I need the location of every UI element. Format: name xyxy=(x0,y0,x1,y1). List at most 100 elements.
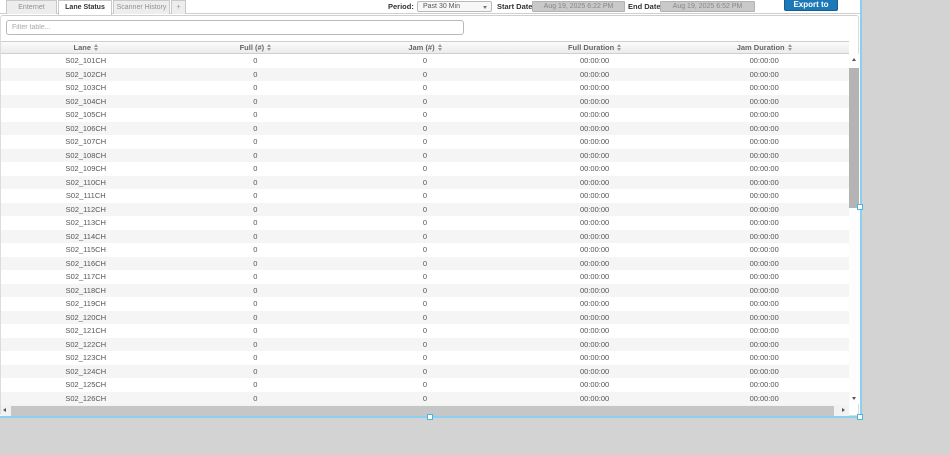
table-cell: 00:00:00 xyxy=(679,216,849,230)
table-row[interactable]: S02_123CH0000:00:0000:00:00 xyxy=(1,351,849,365)
table-cell: S02_113CH xyxy=(1,216,171,230)
period-select[interactable]: Past 30 Min xyxy=(417,1,492,12)
table-cell: 00:00:00 xyxy=(510,189,680,203)
table-cell: 0 xyxy=(340,230,510,244)
table-row[interactable]: S02_106CH0000:00:0000:00:00 xyxy=(1,122,849,136)
table-cell: 0 xyxy=(171,338,341,352)
table-cell: 00:00:00 xyxy=(679,81,849,95)
table-cell: 0 xyxy=(171,203,341,217)
table-cell: S02_116CH xyxy=(1,257,171,271)
table-cell: 00:00:00 xyxy=(679,176,849,190)
table-cell: 00:00:00 xyxy=(510,284,680,298)
column-header[interactable]: Lane xyxy=(1,42,171,53)
table-cell: 0 xyxy=(340,95,510,109)
table-cell: 00:00:00 xyxy=(510,351,680,365)
table-cell: 0 xyxy=(171,311,341,325)
table-row[interactable]: S02_109CH0000:00:0000:00:00 xyxy=(1,162,849,176)
table-cell: 00:00:00 xyxy=(510,243,680,257)
table-cell: 00:00:00 xyxy=(510,311,680,325)
table-cell: 0 xyxy=(340,365,510,379)
end-date-input xyxy=(660,1,755,12)
scroll-right-icon[interactable] xyxy=(842,408,845,412)
table-cell: 0 xyxy=(340,243,510,257)
table-cell: 0 xyxy=(340,324,510,338)
scroll-left-icon[interactable] xyxy=(3,408,6,412)
start-date-label: Start Date: xyxy=(497,2,535,11)
table-row[interactable]: S02_115CH0000:00:0000:00:00 xyxy=(1,243,849,257)
table-cell: 00:00:00 xyxy=(679,392,849,406)
column-label: Jam Duration xyxy=(737,43,785,52)
vertical-scrollbar[interactable] xyxy=(849,54,859,404)
table-cell: 0 xyxy=(340,284,510,298)
column-header[interactable]: Jam (#) xyxy=(340,42,510,53)
table-cell: 00:00:00 xyxy=(510,230,680,244)
table-row[interactable]: S02_126CH0000:00:0000:00:00 xyxy=(1,392,849,406)
table-cell: 00:00:00 xyxy=(679,270,849,284)
table-panel: Lane Full (#)Jam (#)Full Duration Jam Dura… xyxy=(0,15,859,416)
table-row[interactable]: S02_103CH0000:00:0000:00:00 xyxy=(1,81,849,95)
vertical-scrollbar-thumb[interactable] xyxy=(849,68,859,208)
table-row[interactable]: S02_120CH0000:00:0000:00:00 xyxy=(1,311,849,325)
table-cell: 00:00:00 xyxy=(510,54,680,68)
column-header[interactable]: Full (#) xyxy=(171,42,341,53)
table-header: Lane Full (#)Jam (#)Full Duration Jam Dura… xyxy=(1,41,849,54)
table-row[interactable]: S02_117CH0000:00:0000:00:00 xyxy=(1,270,849,284)
table-row[interactable]: S02_108CH0000:00:0000:00:00 xyxy=(1,149,849,163)
horizontal-scrollbar-thumb[interactable] xyxy=(11,406,834,416)
filter-input[interactable] xyxy=(6,20,464,35)
table-row[interactable]: S02_118CH0000:00:0000:00:00 xyxy=(1,284,849,298)
scroll-up-icon[interactable] xyxy=(852,58,856,61)
table-row[interactable]: S02_114CH0000:00:0000:00:00 xyxy=(1,230,849,244)
table-row[interactable]: S02_113CH0000:00:0000:00:00 xyxy=(1,216,849,230)
table-cell: 00:00:00 xyxy=(679,68,849,82)
table-row[interactable]: S02_111CH0000:00:0000:00:00 xyxy=(1,189,849,203)
table-row[interactable]: S02_122CH0000:00:0000:00:00 xyxy=(1,338,849,352)
table-row[interactable]: S02_121CH0000:00:0000:00:00 xyxy=(1,324,849,338)
table-cell: 0 xyxy=(340,378,510,392)
column-header[interactable]: Full Duration xyxy=(510,42,680,53)
table-row[interactable]: S02_102CH0000:00:0000:00:00 xyxy=(1,68,849,82)
table-row[interactable]: S02_105CH0000:00:0000:00:00 xyxy=(1,108,849,122)
table-cell: S02_119CH xyxy=(1,297,171,311)
table-row[interactable]: S02_104CH0000:00:0000:00:00 xyxy=(1,95,849,109)
table-cell: 0 xyxy=(340,297,510,311)
table-cell: 0 xyxy=(340,149,510,163)
sort-icon xyxy=(788,44,792,51)
table-cell: 00:00:00 xyxy=(679,135,849,149)
table-cell: 0 xyxy=(171,392,341,406)
column-header[interactable]: Jam Duration xyxy=(679,42,849,53)
table-cell: 0 xyxy=(171,54,341,68)
table-row[interactable]: S02_116CH0000:00:0000:00:00 xyxy=(1,257,849,271)
table-row[interactable]: S02_119CH0000:00:0000:00:00 xyxy=(1,297,849,311)
table-row[interactable]: S02_124CH0000:00:0000:00:00 xyxy=(1,365,849,379)
sort-icon xyxy=(438,44,442,51)
table-cell: 0 xyxy=(340,257,510,271)
scroll-down-icon[interactable] xyxy=(852,397,856,400)
table-cell: S02_108CH xyxy=(1,149,171,163)
table-cell: 0 xyxy=(340,216,510,230)
table-cell: 0 xyxy=(171,297,341,311)
table-cell: 0 xyxy=(340,68,510,82)
table-cell: S02_117CH xyxy=(1,270,171,284)
table-body: S02_101CH0000:00:0000:00:00S02_102CH0000… xyxy=(1,54,849,405)
table-cell: S02_102CH xyxy=(1,68,171,82)
table-cell: 0 xyxy=(171,257,341,271)
table-cell: 0 xyxy=(171,81,341,95)
table-row[interactable]: S02_125CH0000:00:0000:00:00 xyxy=(1,378,849,392)
table-row[interactable]: S02_101CH0000:00:0000:00:00 xyxy=(1,54,849,68)
table-cell: 0 xyxy=(171,176,341,190)
table-row[interactable]: S02_112CH0000:00:0000:00:00 xyxy=(1,203,849,217)
table-cell: 00:00:00 xyxy=(679,162,849,176)
table-cell: 00:00:00 xyxy=(510,162,680,176)
table-row[interactable]: S02_110CH0000:00:0000:00:00 xyxy=(1,176,849,190)
resize-handle-bottom[interactable] xyxy=(427,414,433,420)
table-row[interactable]: S02_107CH0000:00:0000:00:00 xyxy=(1,135,849,149)
resize-handle-corner[interactable] xyxy=(857,414,863,420)
column-label: Lane xyxy=(74,43,92,52)
table-cell: 00:00:00 xyxy=(510,378,680,392)
table-cell: 00:00:00 xyxy=(679,243,849,257)
table-cell: 0 xyxy=(171,189,341,203)
table-cell: S02_101CH xyxy=(1,54,171,68)
resize-handle-right[interactable] xyxy=(857,204,863,210)
export-csv-button[interactable]: Export to CSV xyxy=(784,0,838,11)
